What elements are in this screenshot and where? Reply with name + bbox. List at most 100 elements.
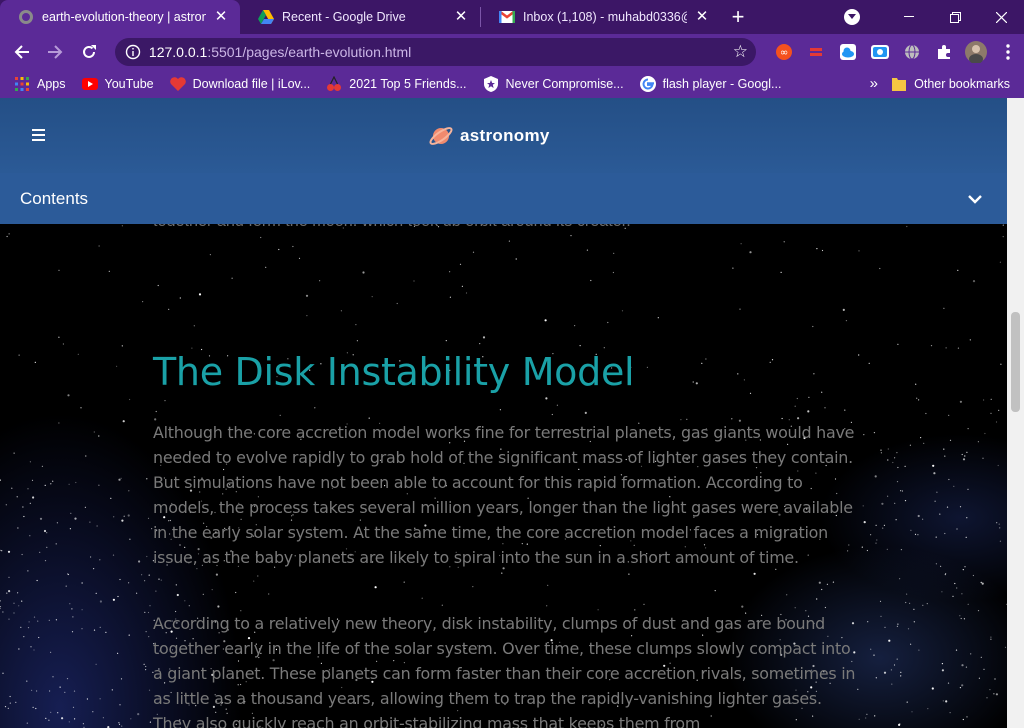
star — [121, 345, 123, 347]
star — [69, 528, 71, 530]
back-icon[interactable] — [6, 36, 38, 68]
close-tab-icon[interactable]: ✕ — [693, 8, 711, 26]
star — [0, 600, 1, 602]
other-bookmarks[interactable]: Other bookmarks — [883, 70, 1018, 98]
star — [58, 336, 60, 338]
star — [157, 284, 159, 287]
star — [866, 713, 868, 715]
star — [148, 689, 151, 691]
star — [149, 605, 151, 607]
star — [624, 227, 626, 229]
star — [465, 292, 468, 294]
star — [867, 621, 869, 623]
new-tab-button[interactable]: + — [721, 0, 755, 34]
screen-recorder-icon[interactable] — [864, 36, 896, 68]
planet-logo-icon — [429, 127, 453, 145]
star — [896, 481, 899, 483]
star — [967, 603, 969, 605]
puzzle-extensions-icon[interactable] — [928, 36, 960, 68]
star — [117, 595, 119, 598]
tab-earth-evolution[interactable]: earth-evolution-theory | astronon ✕ — [0, 0, 240, 34]
star — [1002, 236, 1004, 238]
site-info-icon[interactable] — [125, 44, 141, 60]
tab-search-icon[interactable] — [844, 9, 860, 25]
star — [737, 373, 739, 375]
star — [144, 611, 146, 614]
star — [643, 603, 645, 605]
star — [935, 536, 937, 538]
star — [873, 432, 876, 434]
menu-kebab-icon[interactable] — [992, 36, 1024, 68]
star — [29, 535, 31, 537]
profile-avatar[interactable] — [960, 36, 992, 68]
address-bar[interactable]: 127.0.0.1:5501/pages/earth-evolution.htm… — [114, 38, 756, 66]
star — [148, 636, 150, 638]
page-scrollbar[interactable] — [1007, 98, 1024, 728]
cloud-extension-icon[interactable] — [832, 36, 864, 68]
star — [75, 481, 77, 484]
star — [155, 590, 157, 592]
star — [933, 472, 936, 475]
star — [211, 589, 213, 591]
restore-icon[interactable] — [932, 0, 978, 34]
star — [18, 605, 20, 607]
star — [873, 654, 875, 656]
star — [999, 261, 1002, 263]
hamburger-menu-icon[interactable] — [32, 129, 45, 141]
star — [356, 340, 358, 342]
star — [8, 590, 11, 593]
star — [964, 566, 966, 568]
star — [972, 280, 976, 283]
star — [870, 534, 872, 536]
star — [9, 702, 11, 704]
star — [863, 434, 865, 436]
bookmark-flash-player[interactable]: flash player - Googl... — [632, 70, 790, 98]
star — [85, 455, 87, 457]
bookmark-star-icon[interactable]: ☆ — [733, 42, 748, 62]
bookmarks-overflow-button[interactable]: » — [870, 70, 878, 98]
star — [844, 409, 846, 411]
minimize-icon[interactable] — [886, 0, 932, 34]
forward-icon[interactable] — [40, 36, 72, 68]
star — [118, 722, 120, 724]
star — [0, 549, 2, 551]
bookmark-youtube[interactable]: YouTube — [74, 70, 162, 98]
star — [31, 479, 34, 481]
close-tab-icon[interactable]: ✕ — [212, 8, 230, 26]
chevron-down-icon[interactable] — [967, 191, 983, 207]
contents-dropdown[interactable]: Contents — [0, 173, 1007, 224]
infinity-extension-icon[interactable]: ∞ — [768, 36, 800, 68]
bookmark-apps[interactable]: Apps — [0, 70, 74, 98]
star — [821, 391, 823, 393]
bookmark-top5-friends[interactable]: 2021 Top 5 Friends... — [318, 70, 474, 98]
star — [21, 600, 23, 602]
star — [278, 248, 280, 251]
close-tab-icon[interactable]: ✕ — [452, 8, 470, 26]
star — [515, 258, 517, 260]
tab-google-drive[interactable]: Recent - Google Drive ✕ — [240, 0, 480, 34]
star — [934, 500, 936, 502]
reload-icon[interactable] — [73, 36, 105, 68]
star — [6, 235, 8, 238]
star — [319, 280, 321, 282]
scrollbar-thumb[interactable] — [1011, 312, 1020, 412]
google-icon — [639, 76, 656, 92]
equals-extension-icon[interactable] — [800, 36, 832, 68]
star — [954, 582, 956, 585]
web-extension-icon[interactable] — [896, 36, 928, 68]
star — [880, 452, 883, 454]
star — [36, 579, 38, 582]
star — [980, 581, 982, 584]
star — [128, 634, 130, 636]
star — [279, 414, 281, 416]
star — [874, 715, 876, 717]
star — [74, 718, 76, 720]
star — [67, 394, 70, 397]
site-logo[interactable]: astronomy — [428, 123, 550, 149]
close-window-icon[interactable] — [978, 0, 1024, 34]
star — [920, 437, 922, 439]
bookmark-never-compromise[interactable]: Never Compromise... — [475, 70, 632, 98]
bookmark-ilove[interactable]: Download file | iLov... — [162, 70, 319, 98]
tab-gmail[interactable]: Inbox (1,108) - muhabd0336@gm ✕ — [481, 0, 721, 34]
star — [607, 321, 609, 324]
